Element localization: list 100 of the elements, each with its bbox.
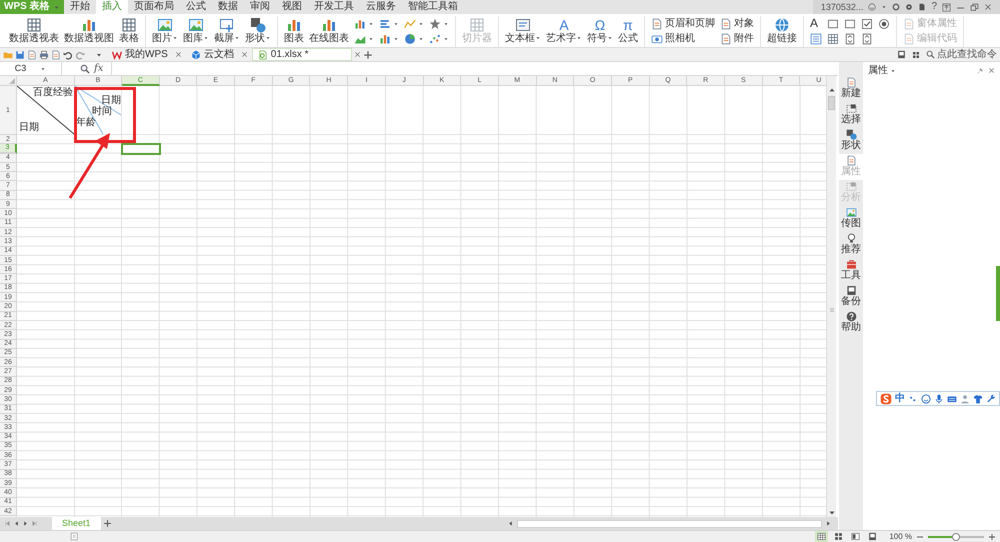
sidebar-item[interactable]: 备份 xyxy=(839,284,863,310)
table-icon xyxy=(469,17,485,33)
grip-icon xyxy=(828,306,836,314)
sidebar-item[interactable]: 工具 xyxy=(839,258,863,284)
ribbon-button[interactable]: A 艺术字 xyxy=(545,17,583,45)
sidebar-item[interactable]: 新建 xyxy=(839,76,863,102)
sidebar-item[interactable]: 传图 xyxy=(839,206,863,232)
menu-tab[interactable]: 智能工具箱 xyxy=(402,0,464,14)
ribbon-button[interactable]: 表格 xyxy=(118,17,140,45)
close-icon xyxy=(174,51,182,58)
function-button[interactable]: fx xyxy=(94,62,104,74)
ribbon-button[interactable] xyxy=(378,18,400,30)
help-icon xyxy=(846,311,856,322)
document-icon xyxy=(651,18,663,30)
view-button[interactable] xyxy=(849,531,862,542)
cell-text: 百度经验 xyxy=(33,87,73,98)
ribbon-button[interactable]: 截屏 xyxy=(213,17,241,45)
sidebar-item[interactable]: 选择 xyxy=(839,102,863,128)
caret-icon xyxy=(393,20,399,26)
ribbon-button[interactable] xyxy=(428,18,450,30)
menu-tab[interactable]: 审阅 xyxy=(244,0,276,14)
user-name: 1370532... xyxy=(820,2,864,12)
reading-view-icon xyxy=(846,285,856,296)
sidebar-item[interactable]: 帮助 xyxy=(839,310,863,336)
help-button[interactable]: ? xyxy=(931,1,937,13)
smiley-icon xyxy=(921,394,931,404)
menu-tab[interactable]: 页面布局 xyxy=(128,0,180,14)
caret-icon xyxy=(172,35,178,42)
ribbon-button[interactable]: Ω 符号 xyxy=(586,17,614,45)
selection-icon xyxy=(846,181,856,192)
camera-icon xyxy=(651,32,663,44)
scroll-left-icon xyxy=(13,520,20,527)
ribbon-button[interactable]: 图库 xyxy=(182,17,210,45)
line-chart-icon xyxy=(404,18,416,30)
ribbon-button[interactable] xyxy=(428,32,450,44)
spreadsheet-file-icon xyxy=(258,50,268,60)
ribbon-button[interactable] xyxy=(826,18,840,30)
menu-tab[interactable]: 数据 xyxy=(212,0,244,14)
ribbon-button[interactable] xyxy=(860,32,874,44)
ribbon-button[interactable] xyxy=(403,32,425,44)
ribbon-button[interactable]: 文本框 xyxy=(504,17,542,45)
ribbon-button[interactable] xyxy=(826,32,840,44)
caret-icon xyxy=(393,36,399,42)
ribbon-button[interactable]: 页眉和页脚 xyxy=(650,18,716,30)
ribbon-button[interactable] xyxy=(843,32,857,44)
arrow xyxy=(68,133,110,199)
glyph-icon: Ω xyxy=(594,17,606,33)
menu-tab[interactable]: 云服务 xyxy=(360,0,402,14)
radio-button-icon xyxy=(878,18,890,30)
caret-icon xyxy=(368,36,374,42)
ribbon-button[interactable] xyxy=(378,32,400,44)
scroll-thumb[interactable] xyxy=(828,96,835,110)
smiley-icon xyxy=(868,3,876,11)
ribbon-button[interactable] xyxy=(860,18,874,30)
ribbon-button[interactable] xyxy=(809,32,823,44)
panel-handle[interactable] xyxy=(996,266,1000,321)
ribbon-button[interactable] xyxy=(353,18,375,30)
ribbon-button[interactable]: A xyxy=(809,17,823,30)
menu-tab[interactable]: 插入 xyxy=(96,0,128,14)
menu-tab[interactable]: 公式 xyxy=(180,0,212,14)
menu-tab[interactable]: 开发工具 xyxy=(308,0,360,14)
document-tab[interactable]: 云文档 xyxy=(186,48,239,61)
close-icon xyxy=(240,51,248,58)
view-button[interactable] xyxy=(815,531,828,542)
slider-thumb[interactable] xyxy=(952,532,960,540)
command-search[interactable]: 点此查找命令 xyxy=(926,48,997,60)
plus-icon xyxy=(102,519,112,528)
panel-title[interactable]: 属性 xyxy=(868,65,896,77)
selected-cell[interactable] xyxy=(122,144,160,154)
ribbon-button[interactable]: 图表 xyxy=(283,17,305,45)
square-icon xyxy=(844,18,856,30)
ribbon-button[interactable]: 超链接 xyxy=(766,17,798,45)
menu-tab[interactable]: 开始 xyxy=(64,0,96,14)
document-tab[interactable]: 我的WPS xyxy=(107,48,173,61)
scatter-chart-icon xyxy=(429,32,441,44)
ribbon-button[interactable]: 对象 xyxy=(719,18,755,30)
glyph-icon: A xyxy=(559,17,569,33)
ribbon-button[interactable]: 数据透视图 xyxy=(63,17,115,45)
document-tab[interactable]: 01.xlsx * xyxy=(252,48,352,61)
ribbon-button[interactable] xyxy=(877,18,891,30)
diagonal-lines xyxy=(75,86,122,135)
ribbon-button[interactable]: π 公式 xyxy=(617,17,639,45)
caret-icon xyxy=(368,20,374,26)
close-icon xyxy=(988,67,995,74)
reading-view-icon xyxy=(897,50,906,59)
ribbon-button[interactable]: 图片 xyxy=(151,17,179,45)
ribbon-button[interactable] xyxy=(843,18,857,30)
ribbon-button[interactable]: 在线图表 xyxy=(308,17,350,45)
bar-chart-icon xyxy=(379,32,391,44)
sidebar-item[interactable]: 形状 xyxy=(839,128,863,154)
scroll-thumb[interactable] xyxy=(517,520,822,528)
caret-icon xyxy=(52,4,60,10)
sidebar-item[interactable]: 推荐 xyxy=(839,232,863,258)
ribbon-button[interactable]: 数据透视表 xyxy=(8,17,60,45)
ribbon-button[interactable]: 照相机 xyxy=(650,32,716,44)
cell-text: 日期 xyxy=(101,95,121,106)
caret-icon xyxy=(443,36,449,42)
menu-tab[interactable]: 视图 xyxy=(276,0,308,14)
ribbon-button[interactable]: 附件 xyxy=(719,32,755,44)
ribbon-button[interactable]: 形状 xyxy=(244,17,272,45)
